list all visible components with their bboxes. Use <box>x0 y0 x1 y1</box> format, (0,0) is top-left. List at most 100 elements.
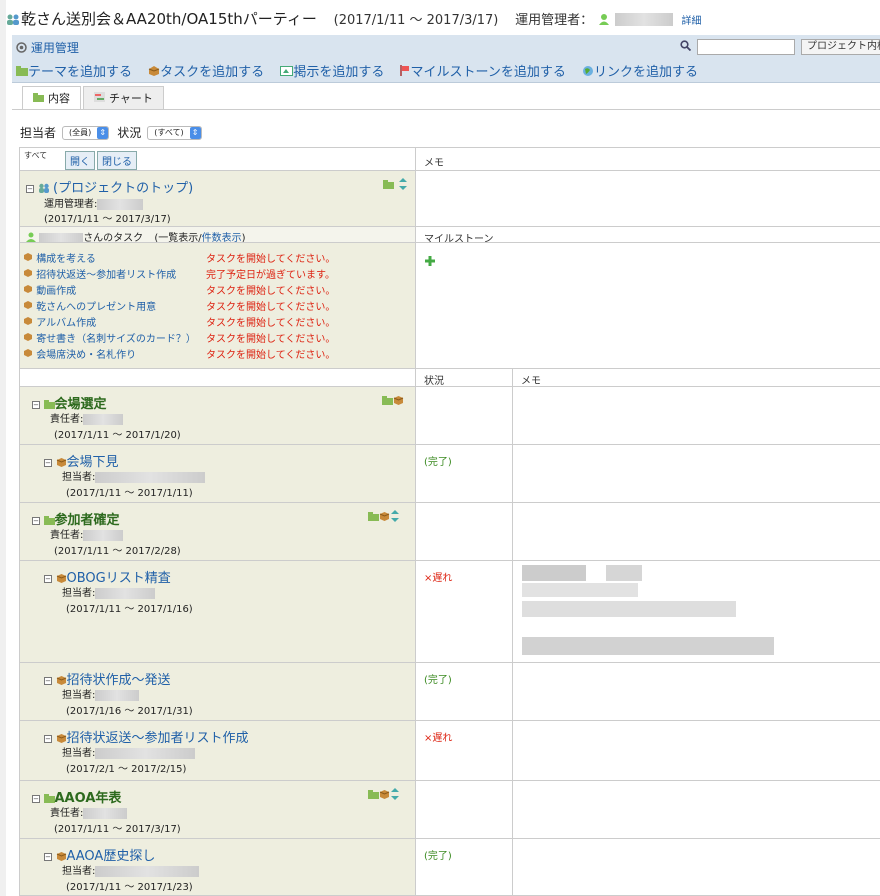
collapse-toggle-icon[interactable]: − <box>44 575 52 583</box>
admin-icon <box>16 41 27 56</box>
box-icon <box>23 331 33 347</box>
project-top-row: − (プロジェクトのトップ) <box>26 177 193 196</box>
row-divider <box>20 386 880 387</box>
top-row-icons <box>383 178 408 193</box>
add-theme-link[interactable]: テーマを追加する <box>28 65 132 80</box>
row-assignee: 担当者: <box>62 744 196 759</box>
collapse-toggle-icon[interactable]: − <box>44 677 52 685</box>
add-milestone-action[interactable]: マイルストーンを追加する <box>400 65 566 80</box>
role-label: 担当者: <box>62 588 96 599</box>
role-label: 責任者: <box>50 808 84 819</box>
row-assignee: 担当者: <box>62 862 200 877</box>
add-theme-action[interactable]: テーマを追加する <box>16 65 132 80</box>
search-area: プロジェクト内検索 <box>680 39 880 55</box>
row-period: (2017/2/1 ～ 2017/2/15) <box>66 764 187 775</box>
memo-blurred-text <box>522 601 736 617</box>
tab-divider <box>12 109 880 110</box>
my-task-status: タスクを開始してください。 <box>206 350 336 361</box>
move-arrows-icon[interactable] <box>390 510 400 525</box>
status-select[interactable]: (すべて) ⇕ <box>147 125 202 140</box>
search-button[interactable]: プロジェクト内検索 <box>801 39 880 55</box>
globe-icon <box>582 65 594 81</box>
search-input[interactable] <box>697 39 795 55</box>
memo-blurred-text <box>522 637 774 655</box>
row-divider <box>20 560 880 561</box>
tab-content[interactable]: 内容 <box>22 86 81 110</box>
manager-label: 運用管理者: <box>44 199 98 210</box>
my-task-status: タスクを開始してください。 <box>206 254 336 265</box>
add-post-link[interactable]: 掲示を追加する <box>293 65 384 80</box>
row-status: (完了) <box>424 851 452 862</box>
folder-icon[interactable] <box>382 395 393 408</box>
move-arrows-icon[interactable] <box>398 178 408 193</box>
collapse-toggle-icon[interactable]: − <box>44 853 52 861</box>
role-label: 担当者: <box>62 472 96 483</box>
chart-icon <box>94 88 105 110</box>
memo-blurred-text <box>522 565 586 581</box>
project-top-link[interactable]: (プロジェクトのトップ) <box>53 181 193 196</box>
collapse-toggle-icon[interactable]: − <box>26 185 34 193</box>
user-icon <box>598 11 610 29</box>
row-status: ×遅れ <box>424 733 453 744</box>
role-label: 担当者: <box>62 690 96 701</box>
folder-icon[interactable] <box>368 789 379 802</box>
my-task-item: 会場席決め・名札作り タスクを開始してください。 <box>23 347 413 363</box>
folder-icon[interactable] <box>368 511 379 524</box>
add-task-link[interactable]: タスクを追加する <box>160 65 264 80</box>
row-actions <box>382 394 404 408</box>
toolbar: 運用管理 プロジェクト内検索 テーマを追加する タスクを追加する 掲示を追加する… <box>12 35 880 83</box>
my-task-link[interactable]: 寄せ書き（名刺サイズのカード？） <box>36 334 196 345</box>
collapse-toggle-icon[interactable]: − <box>32 795 40 803</box>
person-name-blurred <box>83 807 128 819</box>
add-task-action[interactable]: タスクを追加する <box>148 65 264 80</box>
box-icon[interactable] <box>379 789 390 802</box>
admin-link[interactable]: 運用管理 <box>31 41 79 55</box>
my-task-link[interactable]: 乾さんへのプレゼント用意 <box>36 302 156 313</box>
add-link-action[interactable]: リンクを追加する <box>582 65 698 80</box>
row-divider <box>20 502 880 503</box>
my-task-link[interactable]: アルバム作成 <box>36 318 96 329</box>
add-post-action[interactable]: 掲示を追加する <box>280 65 384 80</box>
my-task-link[interactable]: 構成を考える <box>36 254 96 265</box>
row-divider <box>20 444 880 445</box>
my-task-item: 招待状返送〜参加者リスト作成 完了予定日が過ぎています。 <box>23 267 413 283</box>
row-divider <box>20 720 880 721</box>
row-assignee: 責任者: <box>50 526 124 541</box>
board-icon <box>280 65 294 80</box>
folder-icon[interactable] <box>383 179 394 192</box>
move-arrows-icon[interactable] <box>390 788 400 803</box>
detail-link[interactable]: 詳細 <box>682 16 702 27</box>
collapse-toggle-icon[interactable]: − <box>44 735 52 743</box>
assignee-label: 担当者 <box>20 126 57 140</box>
tab-chart[interactable]: チャート <box>83 86 164 110</box>
box-icon <box>23 283 33 299</box>
my-task-link[interactable]: 招待状返送〜参加者リスト作成 <box>36 270 176 281</box>
person-name-blurred <box>95 587 156 599</box>
row-divider <box>20 170 880 171</box>
row-actions <box>368 788 400 803</box>
memo-blurred-text <box>522 583 638 597</box>
project-grid: すべて 開く 閉じる メモ − (プロジェクトのトップ) 運用管理者: (2017… <box>19 147 880 896</box>
row-status: ×遅れ <box>424 573 453 584</box>
collapse-toggle-icon[interactable]: − <box>32 401 40 409</box>
row-divider <box>20 226 880 227</box>
collapse-toggle-icon[interactable]: − <box>44 459 52 467</box>
collapse-toggle-icon[interactable]: − <box>32 517 40 525</box>
project-top-manager: 運用管理者: <box>44 195 144 210</box>
box-icon[interactable] <box>393 395 404 408</box>
add-link-link[interactable]: リンクを追加する <box>594 65 698 80</box>
assignee-select[interactable]: (全員) ⇕ <box>62 125 110 140</box>
memo-header: メモ <box>424 158 444 169</box>
row-assignee: 担当者: <box>62 584 156 599</box>
add-milestone-icon[interactable] <box>425 256 435 269</box>
add-milestone-link[interactable]: マイルストーンを追加する <box>410 65 565 80</box>
my-task-link[interactable]: 会場席決め・名札作り <box>36 350 136 361</box>
close-all-button[interactable]: 閉じる <box>97 151 137 170</box>
box-icon[interactable] <box>379 511 390 524</box>
row-period: (2017/1/11 ～ 2017/1/11) <box>66 488 193 499</box>
person-name-blurred <box>95 865 200 877</box>
my-task-item: 寄せ書き（名刺サイズのカード？） タスクを開始してください。 <box>23 331 413 347</box>
my-task-status: タスクを開始してください。 <box>206 318 336 329</box>
my-task-link[interactable]: 動画作成 <box>36 286 76 297</box>
open-all-button[interactable]: 開く <box>65 151 95 170</box>
